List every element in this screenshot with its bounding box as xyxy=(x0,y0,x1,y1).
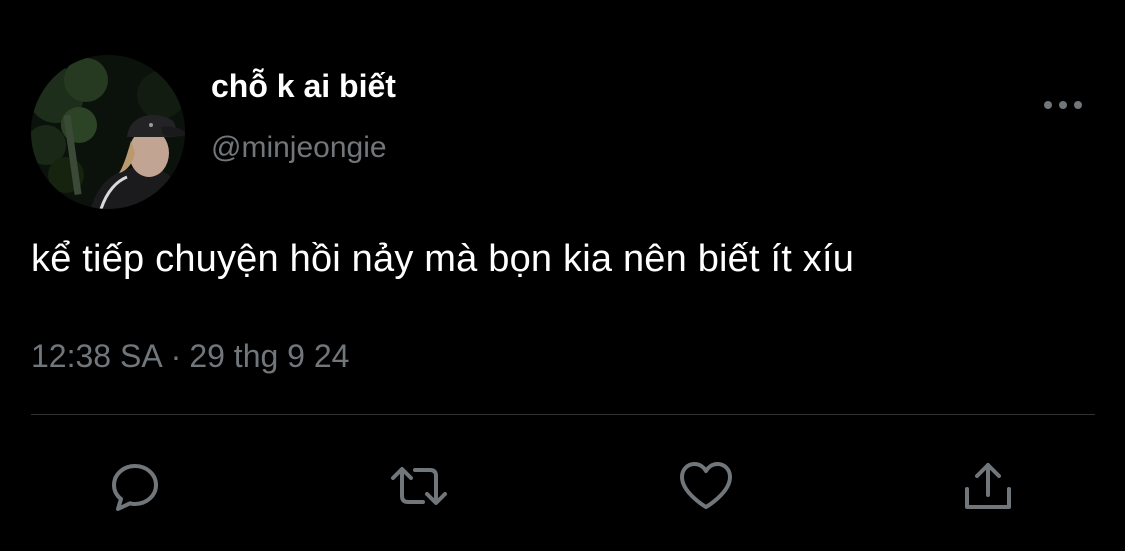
retweet-icon xyxy=(391,467,447,505)
avatar[interactable] xyxy=(31,55,185,209)
retweet-button[interactable] xyxy=(389,456,449,516)
divider xyxy=(31,414,1095,415)
tweet-date: 29 thg 9 24 xyxy=(189,338,350,374)
avatar-image xyxy=(31,55,185,209)
more-options-button[interactable] xyxy=(1036,88,1090,122)
tweet-time: 12:38 SA xyxy=(31,338,163,374)
tweet-text: kể tiếp chuyện hồi nảy mà bọn kia nên bi… xyxy=(31,238,855,280)
reply-button[interactable] xyxy=(105,456,165,516)
like-button[interactable] xyxy=(676,456,736,516)
like-icon xyxy=(680,462,732,509)
user-handle[interactable]: @minjeongie xyxy=(211,131,387,165)
display-name[interactable]: chỗ k ai biết xyxy=(211,68,396,105)
tweet-timestamp[interactable]: 12:38 SA · 29 thg 9 24 xyxy=(31,338,349,375)
reply-icon xyxy=(112,464,158,511)
share-icon xyxy=(965,463,1011,509)
share-button[interactable] xyxy=(958,456,1018,516)
timestamp-separator: · xyxy=(170,338,182,374)
more-horizontal-icon xyxy=(1044,101,1082,109)
